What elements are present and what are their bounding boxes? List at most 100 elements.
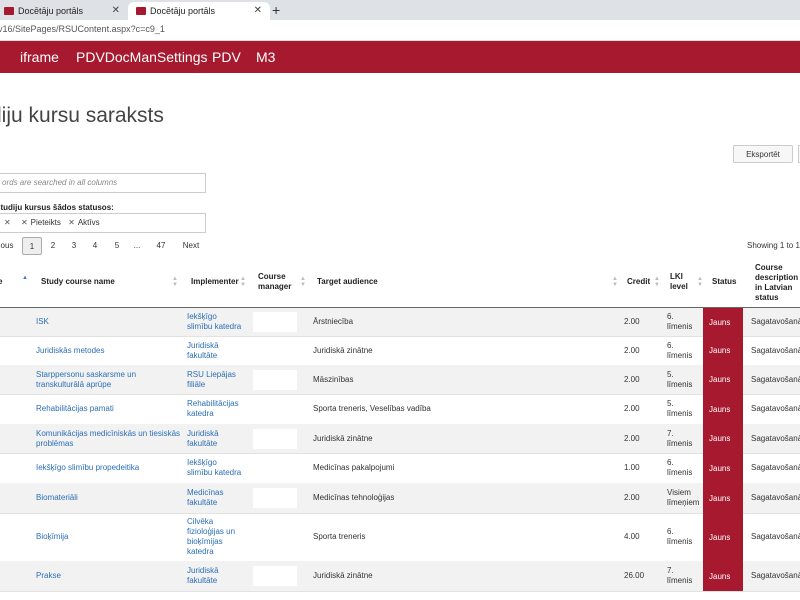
showing-info: Showing 1 to 10 (747, 241, 800, 250)
table-row: Starppersonu saskarsme un transkulturālā… (0, 365, 800, 395)
page-link[interactable]: 47 (152, 237, 170, 255)
browser-tab-2[interactable]: Docētāju portāls ✕ (128, 2, 270, 20)
page-title: diju kursu saraksts (0, 104, 164, 127)
browser-tab-bar: Docētāju portāls ✕ Docētāju portāls ✕ + (0, 0, 800, 20)
table-row: Iekšķīgo slimību propedeitika Iekšķīgo sl… (0, 453, 800, 484)
course-name-link[interactable]: Komunikācijas medicīniskās un tiesiskās … (36, 429, 186, 449)
nav-item-iframe[interactable]: iframe (20, 49, 59, 65)
status-label: Jauns (709, 405, 731, 414)
page-link[interactable]: 5 (110, 237, 124, 255)
implementer-link[interactable]: Juridiskā fakultāte (187, 429, 243, 449)
implementer-link[interactable]: Cilvēka fizioloģijas un bioķīmijas kated… (187, 517, 243, 557)
column-header-manager[interactable]: Course manager (258, 272, 296, 292)
page-link[interactable]: 3 (67, 237, 81, 255)
sort-icon[interactable]: ▲ ▼ (612, 276, 618, 288)
favicon-icon (136, 7, 146, 15)
course-name-link[interactable]: Juridiskās metodes (36, 346, 186, 356)
export-button[interactable]: Eksportēt (733, 145, 793, 163)
new-tab-icon[interactable]: + (272, 1, 280, 19)
lki-level: 6. līmenis (667, 341, 693, 360)
nav-item-m3[interactable]: M3 (256, 49, 275, 65)
column-header-description-status[interactable]: Course description in Latvian status (755, 263, 800, 303)
status-badge: Jauns (703, 308, 743, 336)
sort-asc-icon[interactable]: ▲ (22, 275, 28, 281)
remove-tag-icon[interactable]: ✕ (21, 218, 28, 227)
status-tag: ✕ Pieteikts (20, 218, 61, 227)
implementer-link[interactable]: Juridiskā fakultāte (187, 566, 243, 586)
course-name-link[interactable]: Bioķīmija (36, 532, 186, 542)
remove-tag-icon[interactable]: ✕ (4, 218, 11, 227)
next-page-link[interactable]: Next (180, 237, 202, 255)
column-header-code[interactable]: e (0, 277, 2, 287)
previous-page-link[interactable]: ous (0, 237, 16, 255)
implementer-link[interactable]: Juridiskā fakultāte (187, 341, 243, 361)
implementer-link[interactable]: Iekšķīgo slimību katedra (187, 312, 243, 332)
table-row: Bioķīmija Cilvēka fizioloģijas un bioķīmi… (0, 513, 800, 562)
page-link[interactable]: 2 (46, 237, 60, 255)
column-header-status[interactable]: Status (712, 277, 736, 287)
course-name-link[interactable]: Iekšķīgo slimību propedeitika (36, 463, 186, 473)
status-filter-input[interactable]: ✕ ✕ Pieteikts ✕ Aktīvs (0, 213, 206, 233)
lki-level: 6. līmenis (667, 458, 693, 477)
credit-value: 2.00 (624, 317, 640, 326)
course-name-link[interactable]: Starppersonu saskarsme un transkulturālā… (36, 370, 186, 390)
nav-item-pdv[interactable]: PDV (212, 49, 241, 65)
description-status: Sagatavošanā (751, 375, 800, 384)
description-status: Sagatavošanā (751, 493, 800, 502)
course-manager-cell (253, 370, 297, 390)
table-row: Rehabilitācijas pamati Rehabilitācijas ka… (0, 394, 800, 425)
course-name-link[interactable]: Prakse (36, 571, 186, 581)
table-row: Juridiskās metodes Juridiskā fakultāte Jur… (0, 336, 800, 366)
column-header-name[interactable]: Study course name (41, 277, 115, 287)
implementer-link[interactable]: Iekšķīgo slimību katedra (187, 458, 243, 478)
course-name-link[interactable]: ISK (36, 317, 186, 327)
page-link[interactable]: 4 (88, 237, 102, 255)
course-name-link[interactable]: Rehabilitācijas pamati (36, 404, 186, 414)
lki-level: 7. līmenis (667, 429, 693, 448)
target-audience: Medicīnas tehnoloģijas (313, 493, 395, 502)
description-status: Sagatavošanā (751, 317, 800, 326)
status-badge: Jauns (703, 365, 743, 394)
course-manager-cell (253, 488, 297, 508)
implementer-link[interactable]: Rehabilitācijas katedra (187, 399, 243, 419)
sort-icon[interactable]: ▲ ▼ (654, 276, 660, 288)
description-status: Sagatavošanā (751, 434, 800, 443)
target-audience: Medicīnas pakalpojumi (313, 463, 395, 472)
browser-tab-1[interactable]: Docētāju portāls ✕ (0, 2, 128, 20)
sort-icon[interactable]: ▲ ▼ (172, 276, 178, 288)
status-tag: ✕ Aktīvs (68, 218, 100, 227)
remove-tag-icon[interactable]: ✕ (68, 218, 75, 227)
description-status: Sagatavošanā (751, 463, 800, 472)
address-bar[interactable]: v16/SitePages/RSUContent.aspx?c=c9_1 (0, 20, 800, 41)
status-filter-label: studiju kursus šādos statusos: (0, 203, 114, 212)
close-icon[interactable]: ✕ (254, 2, 262, 20)
url-text[interactable]: v16/SitePages/RSUContent.aspx?c=c9_1 (0, 24, 165, 34)
implementer-link[interactable]: Medicīnas fakultāte (187, 488, 243, 508)
sort-icon[interactable]: ▲ ▼ (697, 276, 703, 288)
sort-icon[interactable]: ▲ ▼ (300, 276, 306, 288)
course-name-link[interactable]: Biomateriāli (36, 493, 186, 503)
target-audience: Sporta treneris (313, 532, 366, 541)
sort-icon[interactable]: ▲ ▼ (240, 276, 246, 288)
implementer-link[interactable]: RSU Liepājas filiāle (187, 370, 243, 390)
column-header-audience[interactable]: Target audience (317, 277, 378, 287)
tab-title: Docētāju portāls (150, 6, 216, 16)
search-input[interactable]: ords are searched in all columns (0, 173, 206, 193)
credit-value: 2.00 (624, 404, 640, 413)
lki-level: 6. līmenis (667, 312, 693, 331)
close-icon[interactable]: ✕ (112, 2, 120, 20)
nav-item-pdvdocmansettings[interactable]: PDVDocManSettings (76, 49, 208, 65)
table-row: Biomateriāli Medicīnas fakultāte Medicīnas… (0, 483, 800, 514)
lki-level: 5. līmenis (667, 370, 693, 389)
table-header: e ▲ Study course name ▲ ▼ Implementer ▲ ▼ … (0, 263, 800, 309)
status-badge: Jauns (703, 513, 743, 561)
top-nav: iframe PDVDocManSettings PDV M3 (0, 41, 800, 73)
credit-value: 26.00 (624, 571, 645, 580)
column-header-credit[interactable]: Credit (627, 277, 650, 287)
column-header-lki[interactable]: LKI level (670, 272, 694, 292)
page-link[interactable]: 1 (22, 237, 42, 255)
lki-level: 5. līmenis (667, 399, 693, 418)
table-row: Prakse Juridiskā fakultāte Juridiskā zināt… (0, 561, 800, 592)
column-header-implementer[interactable]: Implementer (191, 277, 239, 287)
lki-level: 6. līmenis (667, 527, 693, 546)
